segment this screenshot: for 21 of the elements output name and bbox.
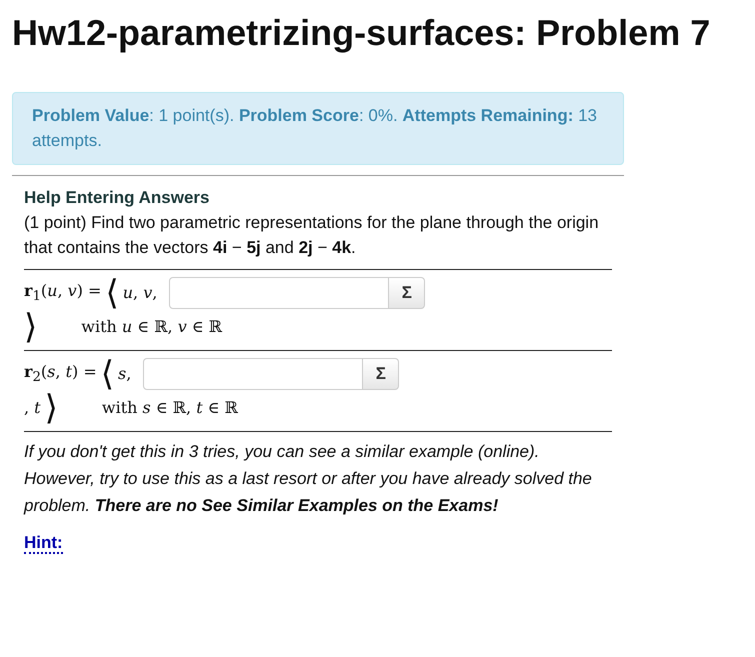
- equation-editor-button[interactable]: Σ: [363, 358, 400, 390]
- equation-editor-button[interactable]: Σ: [389, 276, 426, 309]
- angle-bracket: ⟩: [24, 310, 38, 344]
- similar-example-note: If you don't get this in 3 tries, you can see a similar example (online). However, try to use this as a last resort or after you have already solved the problem. There are no See Similar Examples on the Exams!: [24, 440, 593, 518]
- vector-equation: r$_{2}$(s, t) =: [24, 362, 97, 386]
- vector-components: s,: [118, 364, 132, 384]
- angle-bracket: ⟩: [44, 390, 58, 425]
- vector-equation: r$_{1}$(u, v) =: [24, 281, 102, 304]
- parameter-domain: with u ∈ ℝ, v ∈ ℝ: [81, 317, 222, 336]
- parameter-domain: with s ∈ ℝ, t ∈ ℝ: [102, 398, 238, 418]
- vector-component: , t: [24, 398, 41, 418]
- hint-link[interactable]: Hint:: [24, 533, 63, 554]
- problem-status-panel: Problem Value: 1 point(s). Problem Score: 0%. Attempts Remaining: 13 attempts.: [12, 92, 624, 165]
- angle-bracket: ⟨: [105, 276, 119, 310]
- answer-field[interactable]: [169, 276, 390, 309]
- page-title: Hw12-parametrizing-surfaces: Problem 7: [12, 14, 712, 52]
- help-entering-answers-link[interactable]: Help Entering Answers: [24, 188, 612, 208]
- vector-components: u, v,: [122, 283, 158, 302]
- answer-field[interactable]: [143, 358, 364, 390]
- angle-bracket: ⟨: [100, 356, 114, 391]
- problem-text: (1 point) Find two parametric representations for the plane through the origin that contains the vectors 4i − 5j and 2j − 4k.: [24, 212, 600, 260]
